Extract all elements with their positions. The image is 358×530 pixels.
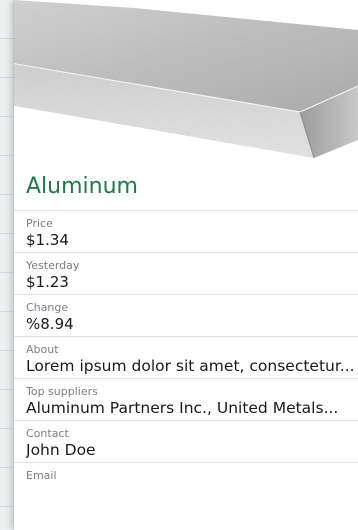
price-field: Price $1.34	[14, 211, 358, 253]
email-label: Email	[26, 469, 57, 482]
price-value: $1.34	[26, 231, 69, 249]
change-field: Change %8.94	[14, 295, 358, 337]
top-suppliers-value: Aluminum Partners Inc., United Metals...	[26, 399, 339, 417]
yesterday-label: Yesterday	[26, 259, 80, 272]
top-suppliers-field: Top suppliers Aluminum Partners Inc., Un…	[14, 379, 358, 421]
contact-label: Contact	[26, 427, 69, 440]
change-value: %8.94	[26, 315, 74, 333]
about-value: Lorem ipsum dolor sit amet, consectetur.…	[26, 357, 355, 375]
about-field: About Lorem ipsum dolor sit amet, consec…	[14, 337, 358, 379]
price-label: Price	[26, 217, 53, 230]
top-suppliers-label: Top suppliers	[26, 385, 98, 398]
contact-value: John Doe	[26, 441, 96, 459]
about-label: About	[26, 343, 59, 356]
yesterday-field: Yesterday $1.23	[14, 253, 358, 295]
email-field: Email	[14, 463, 358, 483]
contact-field: Contact John Doe	[14, 421, 358, 463]
aluminum-bar-image	[14, 0, 358, 160]
change-label: Change	[26, 301, 69, 314]
yesterday-value: $1.23	[26, 273, 69, 291]
detail-card: Aluminum Price $1.34 Yesterday $1.23 Cha…	[14, 0, 358, 530]
screen: Aluminum Price $1.34 Yesterday $1.23 Cha…	[0, 0, 358, 530]
aluminum-bar-icon	[14, 0, 358, 159]
material-title: Aluminum	[26, 174, 138, 199]
